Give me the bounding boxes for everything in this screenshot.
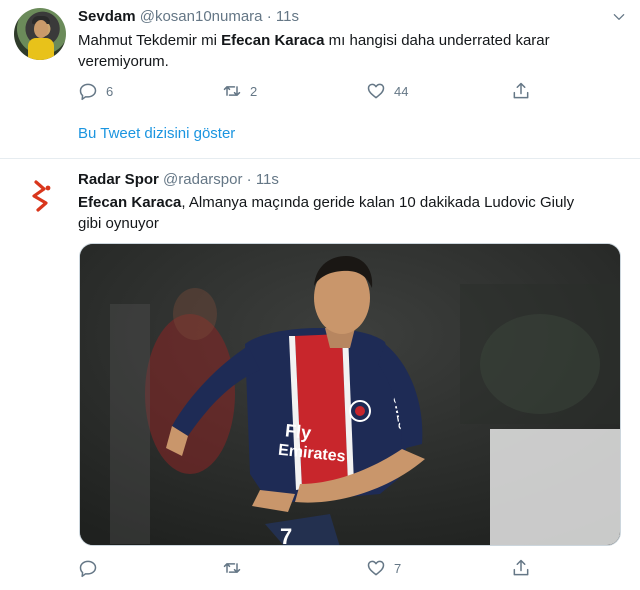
separator: · [246,171,252,188]
share-button[interactable] [511,558,531,578]
retweet-button[interactable]: 2 [222,81,257,101]
user-handle[interactable]: @kosan10numara [140,8,263,25]
retweet-button[interactable] [222,558,250,578]
divider [0,158,640,159]
display-name[interactable]: Sevdam [78,8,136,25]
reply-icon [79,83,97,101]
chevron-down-icon[interactable] [612,10,626,24]
reply-button[interactable] [78,558,106,578]
tweet-header: Radar Spor @radarspor · 11s [78,171,279,188]
share-icon [513,559,529,576]
avatar-sevdam[interactable] [14,8,66,60]
like-icon [367,560,385,576]
retweet-icon [223,563,241,573]
show-thread-link[interactable]: Bu Tweet dizisini göster [78,125,235,142]
like-count: 7 [394,560,402,576]
radar-spor-logo[interactable] [22,176,62,216]
tweet-actions: 7 [78,558,538,580]
tweet-actions: 6 2 44 [78,81,538,103]
like-count: 44 [394,83,409,99]
like-icon [367,83,385,99]
tweet-text: Mahmut Tekdemir mi Efecan Karaca mı hang… [78,30,598,72]
timestamp[interactable]: 11s [276,8,299,25]
retweet-count: 2 [250,83,258,99]
player-photo-illustration: Fly Emirates POWEO 7 [80,244,620,546]
tweet-text: Efecan Karaca, Almanya maçında geride ka… [78,192,598,234]
tweet-text-highlight: Efecan Karaca [221,32,325,49]
tweet-sevdam[interactable]: Sevdam @kosan10numara · 11s Mahmut Tekde… [0,0,640,158]
share-icon [513,82,529,99]
separator: · [266,8,272,25]
svg-text:7: 7 [280,524,292,546]
retweet-icon [223,86,241,96]
tweet-text-highlight: Efecan Karaca [78,194,182,211]
tweet-radar-spor[interactable]: Radar Spor @radarspor · 11s Efecan Karac… [0,160,640,590]
reply-icon [79,560,97,578]
display-name[interactable]: Radar Spor [78,171,159,188]
reply-button[interactable]: 6 [78,81,113,101]
timestamp[interactable]: 11s [256,171,279,188]
shirt-sponsor-line1: Fly [284,420,312,443]
like-button[interactable]: 7 [366,558,401,578]
tweet-photo[interactable]: Fly Emirates POWEO 7 [79,243,621,546]
user-handle[interactable]: @radarspor [163,171,242,188]
reply-count: 6 [106,83,114,99]
tweet-text-part: Mahmut Tekdemir mi [78,32,222,49]
share-button[interactable] [511,81,531,101]
like-button[interactable]: 44 [366,81,408,101]
tweet-header: Sevdam @kosan10numara · 11s [78,8,299,25]
